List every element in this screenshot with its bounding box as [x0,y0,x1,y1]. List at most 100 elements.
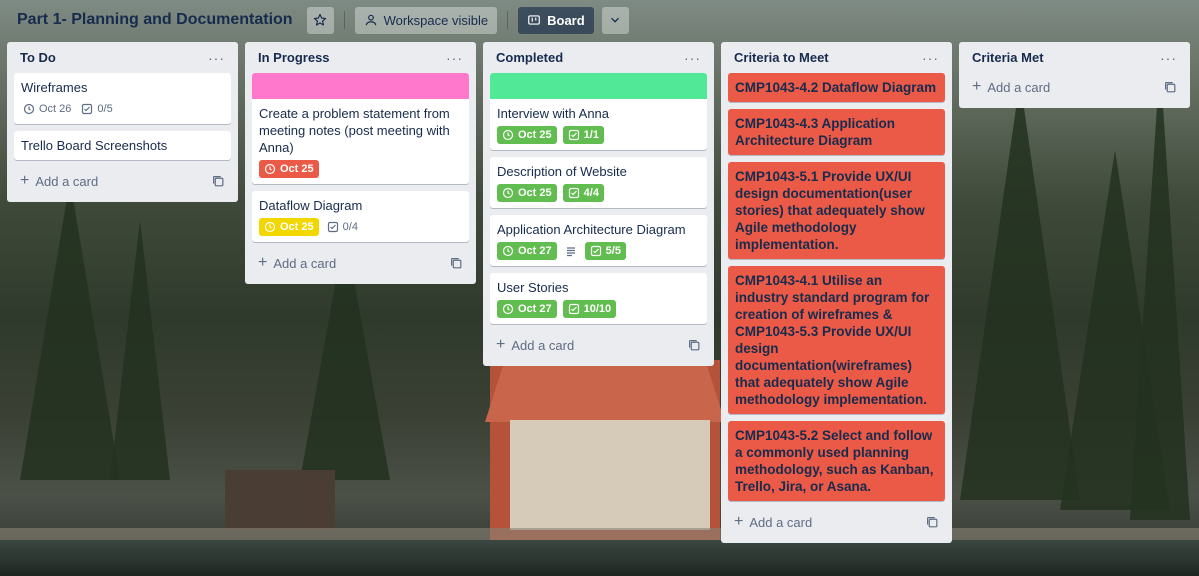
list-in-progress: In Progress ··· Create a problem stateme… [245,42,476,284]
checklist-icon [590,245,601,257]
add-card-button[interactable]: + Add a card [252,249,469,277]
add-card-label: Add a card [749,514,813,530]
view-switcher-button[interactable] [601,6,629,34]
checklist-badge: 0/5 [79,100,114,118]
due-date-text: Oct 27 [518,303,552,315]
list-header: In Progress ··· [252,42,469,73]
card-title: Dataflow Diagram [259,198,363,213]
header-divider [507,11,509,29]
card-criteria-5-1[interactable]: CMP1043-5.1 Provide UX/UI design documen… [728,162,945,259]
card-criteria-4-3[interactable]: CMP1043-4.3 Application Architecture Dia… [728,109,945,155]
list-to-do: To Do ··· Wireframes Oct 26 0/5 Trello B… [7,42,238,202]
due-date-badge-complete[interactable]: Oct 25 [497,126,557,144]
description-badge [563,242,579,260]
checklist-icon [327,221,338,233]
add-card-label: Add a card [511,337,575,353]
template-icon[interactable] [450,257,463,270]
list-title[interactable]: Completed [496,50,563,65]
plus-icon: + [972,78,982,95]
template-icon[interactable] [926,516,939,529]
card-title: Interview with Anna [497,106,610,121]
list-criteria-to-meet: Criteria to Meet ··· CMP1043-4.2 Dataflo… [721,42,952,543]
card-title: User Stories [497,280,569,295]
card-application-architecture-diagram[interactable]: Application Architecture Diagram Oct 27 … [490,215,707,266]
checklist-badge-complete: 5/5 [584,242,626,260]
card-title: CMP1043-4.1 Utilise an industry standard… [735,273,930,407]
clock-icon [264,163,276,175]
clock-icon [502,187,514,199]
list-header: Criteria Met ··· [966,42,1183,73]
card-cover [490,73,707,99]
checklist-icon [568,129,579,141]
plus-icon: + [20,172,30,189]
plus-icon: + [496,336,506,353]
card-title: Wireframes [21,80,88,95]
due-date-text: Oct 26 [39,103,72,115]
clock-icon [502,129,514,141]
template-icon[interactable] [212,175,225,188]
plus-icon: + [734,513,744,530]
card-title: Create a problem statement from meeting … [259,106,450,155]
template-icon[interactable] [1164,81,1177,94]
due-date-badge: Oct 26 [21,100,73,118]
due-date-badge-due-soon[interactable]: Oct 25 [259,218,319,236]
due-date-badge-complete[interactable]: Oct 27 [497,242,557,260]
card-criteria-5-2[interactable]: CMP1043-5.2 Select and follow a commonly… [728,421,945,501]
star-button[interactable] [306,6,334,34]
due-date-badge-complete[interactable]: Oct 27 [497,300,557,318]
checklist-icon [568,187,579,199]
description-icon [566,247,575,257]
checklist-text: 0/4 [342,221,358,233]
list-menu-icon[interactable]: ··· [208,51,225,65]
list-title[interactable]: To Do [20,50,56,65]
checklist-text: 4/4 [583,187,599,199]
board-view-label: Board [547,12,585,28]
checklist-text: 0/5 [97,103,113,115]
visibility-button[interactable]: Workspace visible [354,6,498,34]
add-card-button[interactable]: + Add a card [14,167,231,195]
card-title: CMP1043-4.3 Application Architecture Dia… [735,116,896,148]
due-date-text: Oct 25 [518,187,552,199]
board-title[interactable]: Part 1- Planning and Documentation [17,11,293,29]
add-card-button[interactable]: + Add a card [490,331,707,359]
card-user-stories[interactable]: User Stories Oct 27 10/10 [490,273,707,324]
due-date-badge-complete[interactable]: Oct 25 [497,184,557,202]
plus-icon: + [258,254,268,271]
card-criteria-4-1-5-3[interactable]: CMP1043-4.1 Utilise an industry standard… [728,266,945,414]
checklist-icon [82,103,93,115]
clock-icon [264,221,276,233]
card-trello-board-screenshots[interactable]: Trello Board Screenshots [14,131,231,160]
list-title[interactable]: Criteria Met [972,50,1044,65]
header-divider [343,11,345,29]
due-date-badge-overdue[interactable]: Oct 25 [259,160,319,178]
list-title[interactable]: In Progress [258,50,330,65]
card-wireframes[interactable]: Wireframes Oct 26 0/5 [14,73,231,124]
clock-icon [23,103,35,115]
board-icon [528,15,540,25]
list-completed: Completed ··· Interview with Anna Oct 25… [483,42,714,366]
card-description-of-website[interactable]: Description of Website Oct 25 4/4 [490,157,707,208]
list-menu-icon[interactable]: ··· [684,51,701,65]
list-menu-icon[interactable]: ··· [1160,51,1177,65]
card-problem-statement[interactable]: Create a problem statement from meeting … [252,73,469,184]
board-header: Part 1- Planning and Documentation Works… [0,0,1199,40]
checklist-text: 5/5 [605,245,621,257]
add-card-button[interactable]: + Add a card [728,508,945,536]
checklist-badge: 0/4 [325,218,360,236]
template-icon[interactable] [688,339,701,352]
list-title[interactable]: Criteria to Meet [734,50,829,65]
chevron-down-icon [611,17,620,23]
card-title: CMP1043-5.2 Select and follow a commonly… [735,428,934,494]
card-title: Description of Website [497,164,627,179]
card-criteria-4-2[interactable]: CMP1043-4.2 Dataflow Diagram [728,73,945,102]
board-view-button[interactable]: Board [518,6,594,34]
checklist-badge-complete: 10/10 [562,300,617,318]
list-menu-icon[interactable]: ··· [922,51,939,65]
add-card-label: Add a card [273,255,337,271]
add-card-button[interactable]: + Add a card [966,73,1183,101]
visibility-label: Workspace visible [383,12,489,28]
list-menu-icon[interactable]: ··· [446,51,463,65]
card-interview-with-anna[interactable]: Interview with Anna Oct 25 1/1 [490,73,707,150]
card-dataflow-diagram[interactable]: Dataflow Diagram Oct 25 0/4 [252,191,469,242]
clock-icon [502,303,514,315]
